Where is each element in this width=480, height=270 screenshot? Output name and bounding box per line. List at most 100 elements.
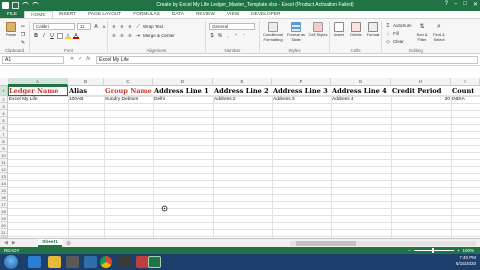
align-bottom-icon[interactable]: ≡ xyxy=(127,24,133,30)
zoom-out-icon[interactable]: – xyxy=(408,247,411,254)
media-player-icon[interactable] xyxy=(66,256,79,268)
cell-f2[interactable]: Address 3 xyxy=(272,96,331,103)
video-app-icon[interactable] xyxy=(118,256,131,268)
tab-data[interactable]: DATA xyxy=(166,11,190,18)
system-clock[interactable]: 7:40 PM 5/15/2020 xyxy=(456,255,476,267)
tab-review[interactable]: REVIEW xyxy=(190,11,221,18)
tab-home[interactable]: HOME xyxy=(24,11,53,18)
tab-formulas[interactable]: FORMULAS xyxy=(127,11,166,18)
cell-b1[interactable]: Alias xyxy=(68,86,104,96)
copy-button[interactable]: ❐ xyxy=(20,31,26,38)
conditional-formatting-button[interactable]: Conditional Formatting xyxy=(262,22,284,42)
row-header-17[interactable]: 17 xyxy=(0,201,8,208)
grow-font-icon[interactable]: A xyxy=(93,24,99,30)
font-name-select[interactable]: Calibri xyxy=(33,23,75,30)
zoom-in-icon[interactable]: + xyxy=(457,247,460,254)
save-icon[interactable] xyxy=(12,2,19,9)
row-header-13[interactable]: 13 xyxy=(0,173,8,180)
tab-developer[interactable]: DEVELOPER xyxy=(245,11,286,18)
percent-icon[interactable]: % xyxy=(217,33,223,39)
next-sheet-icon[interactable]: ▶ xyxy=(12,240,16,246)
scrollbar-thumb[interactable] xyxy=(296,241,356,246)
cell-d1[interactable]: Address Line 1 xyxy=(153,86,213,96)
row-header-8[interactable]: 8 xyxy=(0,138,8,145)
column-header-g[interactable]: G xyxy=(331,78,391,86)
cut-button[interactable]: ✂ xyxy=(20,23,26,30)
row-header-10[interactable]: 10 xyxy=(0,152,8,159)
insert-cells-button[interactable]: Insert xyxy=(331,22,347,38)
sort-filter-button[interactable]: ⇅ Sort & Filter xyxy=(414,22,430,42)
row-header-15[interactable]: 15 xyxy=(0,187,8,194)
cell-f1[interactable]: Address Line 3 xyxy=(272,86,331,96)
worksheet-grid[interactable]: Ledger Name Alias Group Name Address Lin… xyxy=(8,86,480,238)
minimize-button[interactable]: – xyxy=(454,1,457,8)
insert-function-icon[interactable]: fx xyxy=(86,56,90,64)
column-header-c[interactable]: C xyxy=(104,78,153,86)
file-explorer-icon[interactable] xyxy=(48,256,61,268)
align-center-icon[interactable]: ≡ xyxy=(119,33,125,39)
format-painter-button[interactable]: ✎ xyxy=(20,39,26,46)
prev-sheet-icon[interactable]: ◀ xyxy=(4,240,8,246)
row-header-5[interactable]: 5 xyxy=(0,117,8,124)
cell-d2[interactable]: Delhi xyxy=(153,96,213,103)
cell-h1[interactable]: Credit Period xyxy=(391,86,451,96)
font-color-icon[interactable]: A xyxy=(73,33,79,39)
undo-icon[interactable] xyxy=(22,2,29,9)
cell-c1[interactable]: Group Name xyxy=(104,86,153,96)
row-header-2[interactable]: 2 xyxy=(0,96,8,103)
fill-button[interactable]: ↓ Fill xyxy=(385,30,399,37)
row-header-3[interactable]: 3 xyxy=(0,103,8,110)
italic-icon[interactable]: I xyxy=(41,33,47,39)
number-format-select[interactable]: General xyxy=(209,23,255,30)
column-header-h[interactable]: H xyxy=(391,78,451,86)
add-sheet-button[interactable]: ⊕ xyxy=(66,240,71,247)
fill-color-icon[interactable]: ◊ xyxy=(65,33,71,39)
cell-i2[interactable]: INDIA xyxy=(451,96,480,103)
close-button[interactable]: ✕ xyxy=(473,1,478,8)
app-icon[interactable] xyxy=(84,256,97,268)
row-header-1[interactable]: 1 xyxy=(0,86,8,96)
underline-icon[interactable]: U xyxy=(49,33,55,39)
row-header-7[interactable]: 7 xyxy=(0,131,8,138)
align-top-icon[interactable]: ≡ xyxy=(111,24,117,30)
borders-icon[interactable] xyxy=(57,32,63,39)
column-header-e[interactable]: E xyxy=(213,78,272,86)
name-box[interactable]: A1 xyxy=(2,56,64,64)
row-header-20[interactable]: 20 xyxy=(0,222,8,229)
tab-page-layout[interactable]: PAGE LAYOUT xyxy=(82,11,127,18)
column-header-i[interactable]: I xyxy=(451,78,480,86)
row-header-14[interactable]: 14 xyxy=(0,180,8,187)
formula-input[interactable]: Excel My Life xyxy=(96,56,478,64)
redo-icon[interactable] xyxy=(32,2,39,9)
tab-insert[interactable]: INSERT xyxy=(53,11,83,18)
cell-styles-button[interactable]: Cell Styles xyxy=(308,22,328,38)
cell-g2[interactable]: Address 4 xyxy=(331,96,391,103)
ie-icon[interactable] xyxy=(28,256,41,268)
sheet-tab-sheet1[interactable]: Sheet1 xyxy=(38,239,62,247)
zoom-level[interactable]: 100% xyxy=(462,247,474,254)
cell-b2[interactable]: 100AB xyxy=(68,96,104,103)
row-header-12[interactable]: 12 xyxy=(0,166,8,173)
currency-icon[interactable]: $ xyxy=(209,33,215,39)
cancel-entry-icon[interactable]: ✕ xyxy=(70,56,74,64)
cell-a2[interactable]: Excel My Life xyxy=(8,96,68,103)
zoom-slider[interactable] xyxy=(413,248,454,253)
merge-center-button[interactable]: Merge & Center xyxy=(143,33,175,38)
decrease-decimal-icon[interactable]: ⁻ xyxy=(241,33,247,39)
cell-c2[interactable]: Sundry Debtors xyxy=(104,96,153,103)
chrome-icon[interactable] xyxy=(100,256,112,268)
bold-icon[interactable]: B xyxy=(33,33,39,39)
row-header-4[interactable]: 4 xyxy=(0,110,8,117)
start-button-icon[interactable] xyxy=(4,255,18,269)
shrink-font-icon[interactable]: A xyxy=(101,24,107,30)
row-header-18[interactable]: 18 xyxy=(0,208,8,215)
increase-decimal-icon[interactable]: ⁺ xyxy=(233,33,239,39)
column-header-d[interactable]: D xyxy=(153,78,213,86)
maximize-button[interactable]: □ xyxy=(463,1,467,8)
comma-icon[interactable]: , xyxy=(225,33,231,39)
align-left-icon[interactable]: ≡ xyxy=(111,33,117,39)
tab-file[interactable]: FILE xyxy=(0,11,25,18)
excel-taskbar-icon[interactable] xyxy=(148,256,161,268)
cell-e1[interactable]: Address Line 2 xyxy=(213,86,272,96)
align-middle-icon[interactable]: ≡ xyxy=(119,24,125,30)
